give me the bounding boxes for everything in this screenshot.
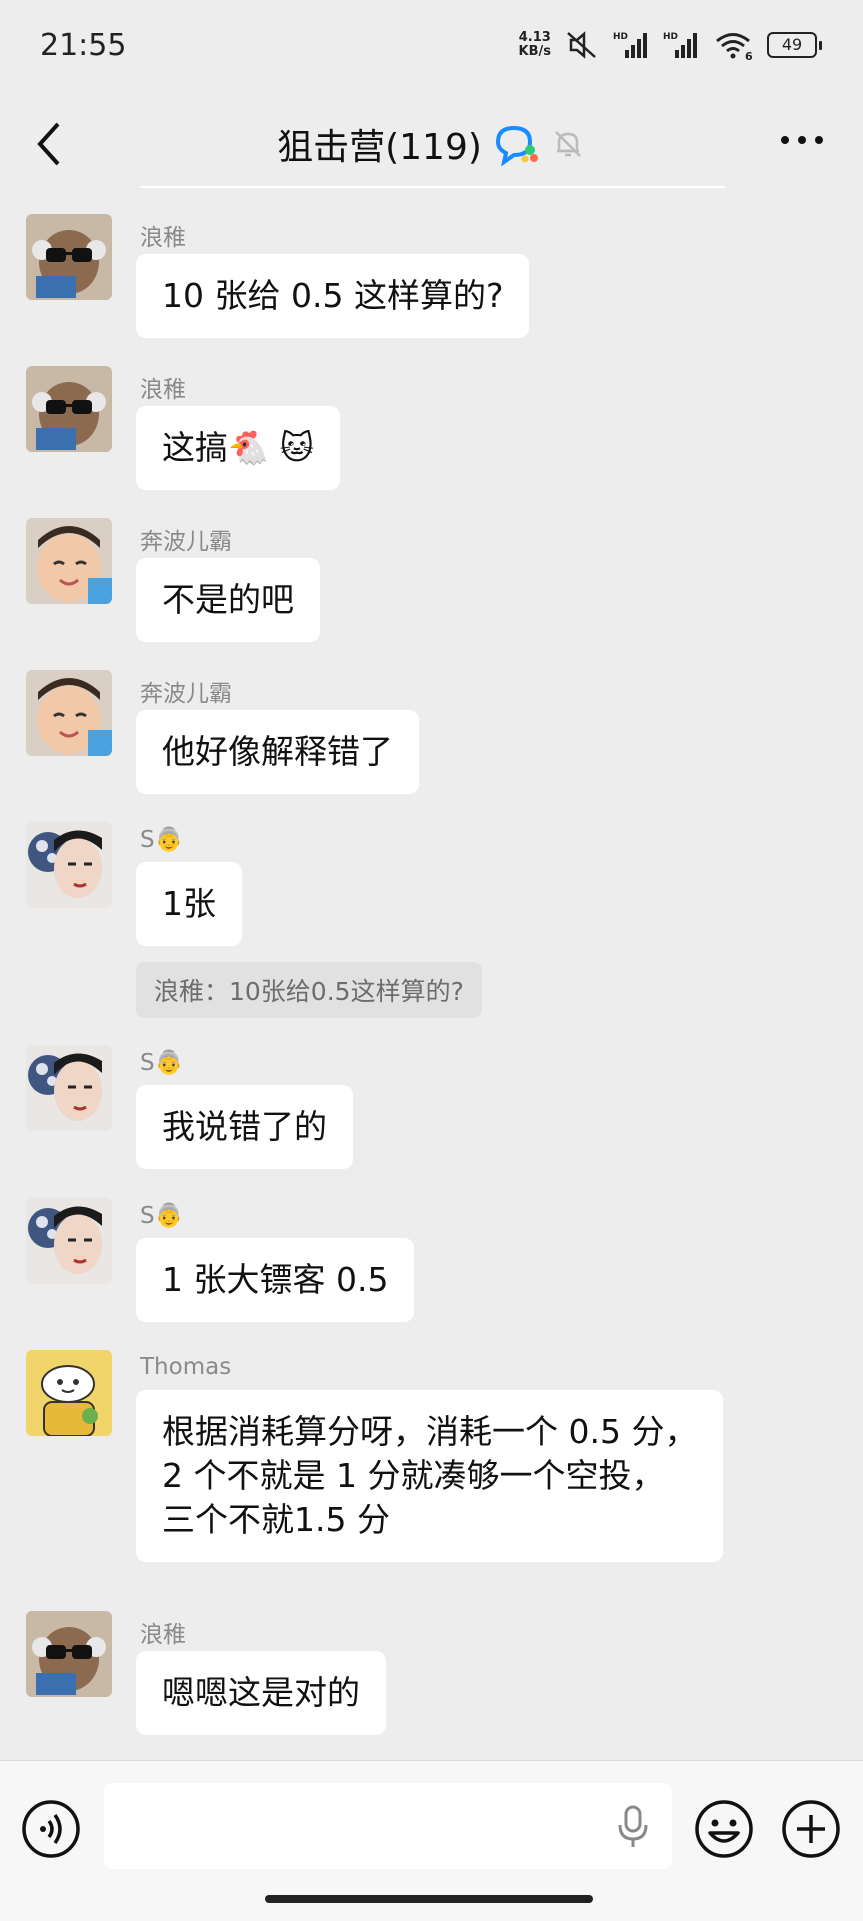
quoted-message[interactable]: 浪稚：10张给0.5这样算的?: [136, 962, 482, 1018]
sender-name: 奔波儿霸: [140, 681, 232, 707]
avatar[interactable]: [26, 366, 112, 452]
message-input[interactable]: [104, 1783, 672, 1869]
chat-title: 狙击营(119): [277, 127, 482, 168]
wifi-icon: 6: [716, 33, 753, 60]
microphone-icon[interactable]: [616, 1803, 650, 1851]
battery-indicator: 49: [767, 32, 822, 58]
message-bubble[interactable]: 嗯嗯这是对的: [136, 1651, 386, 1735]
sender-name: S👵: [140, 1050, 184, 1076]
message-bubble[interactable]: 我说错了的: [136, 1085, 353, 1169]
status-icons: 4.13 KB/s HD HD 6 49: [519, 30, 822, 60]
muted-bell-icon: [555, 131, 581, 157]
avatar[interactable]: [26, 1350, 112, 1436]
message-bubble[interactable]: 不是的吧: [136, 558, 320, 642]
emoji-icon[interactable]: [694, 1799, 754, 1859]
avatar[interactable]: [26, 822, 112, 908]
message-bubble[interactable]: 他好像解释错了: [136, 710, 419, 794]
message-bubble[interactable]: 根据消耗算分呀，消耗一个 0.5 分， 2 个不就是 1 分就凑够一个空投， 三…: [136, 1390, 724, 1562]
sender-name: S👵: [140, 827, 184, 853]
home-indicator[interactable]: [265, 1895, 593, 1903]
signal-1-icon: HD: [613, 32, 647, 58]
svg-text:HD: HD: [663, 32, 678, 42]
voice-icon[interactable]: [21, 1799, 81, 1859]
network-speed-value: 4.13: [518, 30, 551, 45]
message-bubble[interactable]: 1张: [136, 862, 242, 946]
message-bubble[interactable]: 1 张大镖客 0.5: [136, 1238, 415, 1322]
status-time: 21:55: [40, 28, 127, 63]
sender-name: 浪稚: [140, 1622, 186, 1648]
title-wrap: 狙击营(119): [0, 118, 863, 170]
avatar[interactable]: [26, 1198, 112, 1284]
plus-icon[interactable]: [781, 1799, 841, 1859]
network-speed: 4.13 KB/s: [519, 31, 551, 59]
avatar[interactable]: [26, 1045, 112, 1131]
mute-vibrate-icon: [567, 31, 596, 59]
svg-text:HD: HD: [613, 32, 628, 42]
header-divider: [140, 186, 725, 188]
avatar[interactable]: [26, 214, 112, 300]
group-chat-icon: [495, 125, 538, 166]
signal-2-icon: HD: [663, 32, 697, 58]
status-bar: 21:55 4.13 KB/s HD HD 6 49: [0, 0, 863, 100]
chat-header: 狙击营(119): [0, 100, 863, 188]
message-bubble[interactable]: 这搞🐔 🐱: [136, 406, 340, 490]
sender-name: S👵: [140, 1203, 184, 1229]
avatar[interactable]: [26, 1611, 112, 1697]
sender-name: Thomas: [140, 1354, 232, 1380]
avatar[interactable]: [26, 518, 112, 604]
sender-name: 浪稚: [140, 225, 186, 251]
network-speed-unit: KB/s: [518, 44, 551, 59]
message-bubble[interactable]: 10 张给 0.5 这样算的?: [136, 254, 530, 338]
avatar[interactable]: [26, 670, 112, 756]
more-horizontal-icon[interactable]: [779, 130, 825, 150]
sender-name: 奔波儿霸: [140, 529, 232, 555]
wifi-label: 6: [745, 50, 753, 60]
sender-name: 浪稚: [140, 377, 186, 403]
